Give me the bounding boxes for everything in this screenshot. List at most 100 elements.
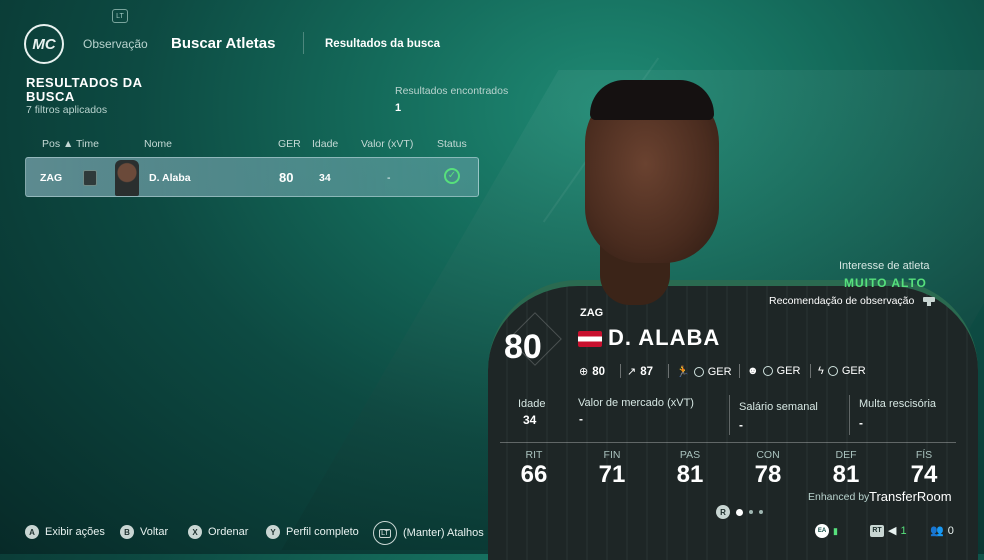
info-divider <box>729 395 730 435</box>
x-button-icon: X <box>188 525 202 539</box>
friends-status[interactable]: 👥 0 <box>930 524 954 538</box>
overall-stat: ⊕ 80 <box>579 365 606 379</box>
page-dot <box>759 510 763 514</box>
player-name: D. ALABA <box>608 325 721 350</box>
column-header-pos[interactable]: Pos ▲ <box>42 138 73 150</box>
empty-ring-icon <box>762 366 773 376</box>
hint-shortcuts[interactable]: LT (Manter) Atalhos <box>373 521 484 545</box>
r-button-icon[interactable]: R <box>716 505 730 519</box>
salary-value: - <box>739 418 743 432</box>
morale-stat: ☻ GER <box>747 365 801 377</box>
attributes-divider <box>500 442 956 443</box>
nav-divider <box>303 32 304 54</box>
lt-button-icon: LT <box>112 9 128 23</box>
signal-bars-icon: ▮ <box>833 525 838 536</box>
player-position: ZAG <box>580 307 604 319</box>
column-header-status[interactable]: Status <box>437 138 467 150</box>
transferroom-logo: TransferRoom <box>869 489 952 504</box>
column-header-nome[interactable]: Nome <box>144 138 172 150</box>
attr-label-con: CON <box>756 449 780 461</box>
release-clause-label: Multa rescisória <box>859 398 937 410</box>
notification-count: 1 <box>900 524 907 537</box>
hint-sort[interactable]: X Ordenar <box>188 525 248 539</box>
attr-value-con: 78 <box>754 461 782 488</box>
page-dot <box>749 510 753 514</box>
attr-value-rit: 66 <box>520 461 548 488</box>
attr-label-fis: FÍS <box>915 449 933 461</box>
filters-applied: 7 filtros aplicados <box>26 104 108 116</box>
recommendation-label: Recomendação de observação <box>769 295 915 307</box>
idade-value: 34 <box>523 413 537 427</box>
b-button-icon: B <box>120 525 134 539</box>
lightning-icon: ϟ <box>818 365 824 377</box>
player-hair <box>590 80 714 120</box>
attr-value-fis: 74 <box>910 461 938 488</box>
breadcrumb-resultados: Resultados da busca <box>325 38 441 50</box>
results-title: RESULTADOS DA BUSCA <box>26 75 143 104</box>
stat-divider <box>620 364 621 378</box>
player-thumbnail <box>115 160 139 196</box>
attr-label-rit: RIT <box>525 449 543 461</box>
player-overall: 80 <box>504 328 542 366</box>
row-idade: 34 <box>319 172 331 184</box>
column-header-idade[interactable]: Idade <box>312 138 338 150</box>
market-value: - <box>579 412 583 426</box>
scout-recommendation-icon <box>923 297 935 306</box>
page-dot-active <box>736 508 743 516</box>
fitness-stat: 🏃 GER <box>676 365 732 379</box>
enhanced-by-label: Enhanced by <box>808 491 870 503</box>
friends-count: 0 <box>947 524 954 537</box>
row-name: D. Alaba <box>149 172 191 184</box>
release-clause-value: - <box>859 416 863 430</box>
hint-back[interactable]: B Voltar <box>120 525 168 539</box>
row-pos: ZAG <box>40 172 63 184</box>
attr-value-fin: 71 <box>598 461 626 488</box>
ea-logo-icon: EA <box>815 524 829 538</box>
a-button-icon: A <box>25 525 39 539</box>
page-indicator[interactable]: R <box>716 505 763 519</box>
row-ger: 80 <box>279 170 294 185</box>
empty-ring-icon <box>827 366 838 376</box>
notifications-status[interactable]: RT ◀ 1 <box>870 524 907 537</box>
row-valor: - <box>387 172 391 184</box>
speaker-icon: ◀ <box>888 525 897 537</box>
interest-label: Interesse de atleta <box>839 260 930 272</box>
market-value-label: Valor de mercado (xVT) <box>578 397 694 409</box>
idade-label: Idade <box>518 398 546 410</box>
tab-observacao[interactable]: Observação <box>83 37 148 51</box>
users-icon: 👥 <box>930 525 944 537</box>
tab-buscar-atletas[interactable]: Buscar Atletas <box>171 35 276 52</box>
hint-full-profile[interactable]: Y Perfil completo <box>266 525 359 539</box>
salary-label: Salário semanal <box>739 401 818 413</box>
results-found-count: 1 <box>395 102 402 114</box>
smiley-icon: ☻ <box>747 365 759 377</box>
hint-show-actions[interactable]: A Exibir ações <box>25 525 105 539</box>
career-mode-logo: MC <box>24 24 64 64</box>
attr-label-def: DEF <box>835 449 857 461</box>
column-header-ger[interactable]: GER <box>278 138 301 150</box>
empty-ring-icon <box>693 366 704 377</box>
austria-flag-icon <box>578 331 602 347</box>
rt-button-icon: RT <box>870 524 884 537</box>
y-button-icon: Y <box>266 525 280 539</box>
ea-status: EA ▮ <box>815 524 838 538</box>
stat-divider <box>810 364 811 378</box>
attr-label-pas: PAS <box>679 449 701 461</box>
potential-stat: ↗ 87 <box>627 365 654 379</box>
stat-divider <box>668 364 669 378</box>
stat-divider <box>739 364 740 378</box>
interest-value: MUITO ALTO <box>844 276 927 290</box>
attr-value-def: 81 <box>832 461 860 488</box>
running-icon: 🏃 <box>676 366 690 378</box>
column-header-time[interactable]: Time <box>76 138 99 150</box>
team-badge-icon <box>83 170 97 186</box>
arrow-up-right-icon: ↗ <box>627 366 637 378</box>
form-stat: ϟ GER <box>818 365 866 377</box>
info-divider <box>849 395 850 435</box>
column-header-valor[interactable]: Valor (xVT) <box>361 138 413 150</box>
status-check-icon: ✓ <box>444 168 460 184</box>
lt-button-icon: LT <box>373 521 397 545</box>
target-icon: ⊕ <box>579 366 589 378</box>
attr-value-pas: 81 <box>676 461 704 488</box>
results-found-label: Resultados encontrados <box>395 85 509 97</box>
